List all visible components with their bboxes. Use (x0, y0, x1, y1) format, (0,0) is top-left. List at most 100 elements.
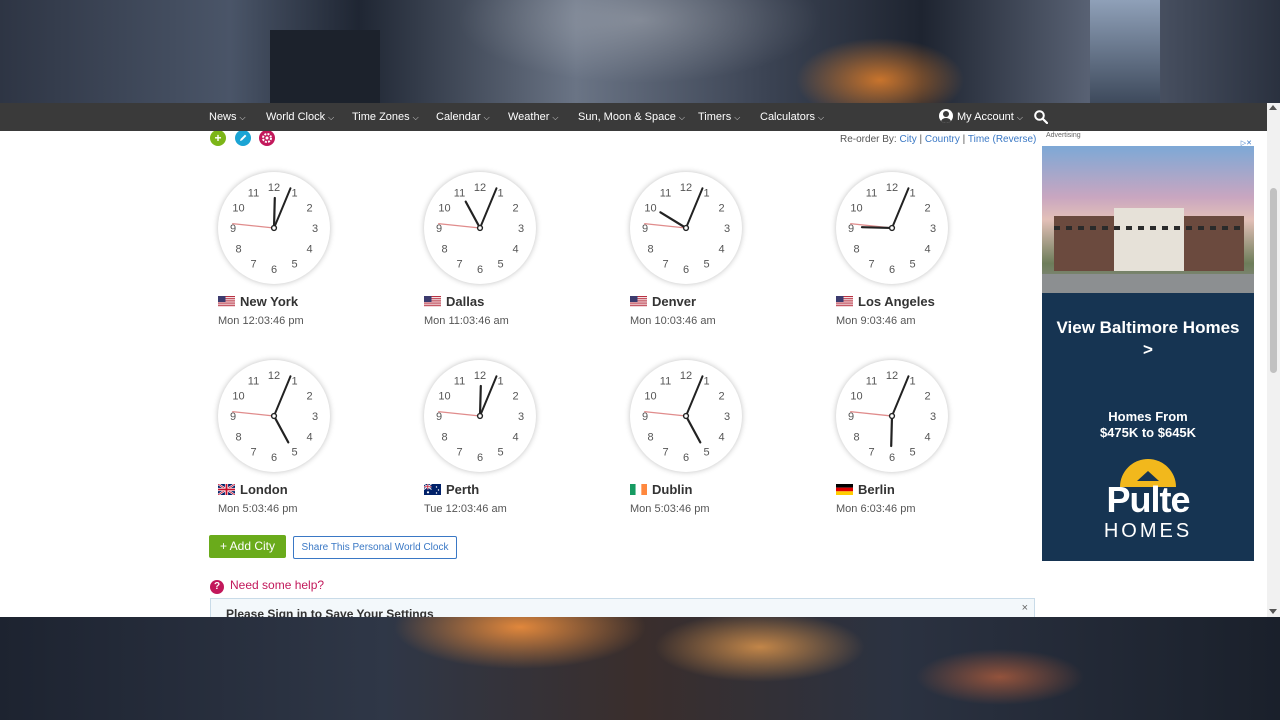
share-world-clock-button[interactable]: Share This Personal World Clock (293, 536, 457, 559)
edit-button[interactable] (235, 131, 251, 146)
analog-clock-face: 12 1234567891011 (424, 172, 536, 284)
reorder-country-link[interactable]: Country (925, 134, 960, 145)
dial-number: 3 (518, 411, 524, 423)
chevron-down-icon: ⌵ (818, 113, 825, 122)
scrollbar-thumb[interactable] (1270, 188, 1277, 373)
scroll-down-icon[interactable] (1269, 609, 1277, 614)
clock-center (888, 224, 896, 232)
dial-number: 5 (497, 259, 503, 271)
analog-clock-face: 12 1234567891011 (630, 172, 742, 284)
city-label[interactable]: New York (218, 293, 298, 309)
my-account-menu[interactable]: My Account ⌵ (939, 103, 1023, 131)
dial-number: 8 (441, 432, 447, 444)
dial-number: 1 (703, 188, 709, 200)
dial-number: 11 (248, 376, 259, 388)
dial-number: 1 (497, 188, 503, 200)
dial-number: 10 (850, 391, 862, 403)
close-icon[interactable]: × (1022, 602, 1028, 614)
dial-number: 9 (230, 223, 236, 235)
dial-number: 11 (866, 376, 877, 388)
background-image-bottom (0, 617, 1280, 720)
hour-hand (464, 200, 482, 230)
city-time: Mon 12:03:46 pm (218, 315, 304, 327)
dial-number: 8 (235, 244, 241, 256)
city-time: Mon 5:03:46 pm (630, 503, 710, 515)
scroll-up-icon[interactable] (1269, 105, 1277, 110)
city-label[interactable]: Berlin (836, 481, 895, 497)
dial-number: 12 (886, 370, 898, 382)
nav-world-clock[interactable]: World Clock ⌵ (266, 103, 334, 131)
dial-number: 9 (642, 411, 648, 423)
chevron-down-icon: ⌵ (678, 113, 685, 122)
clock-cell: 12 1 2 3 4 5 6 7 8 9 10 11 Los Angeles Mon 9:03:46 am (836, 172, 1026, 342)
city-label[interactable]: Dallas (424, 293, 484, 309)
dial-number: 8 (647, 244, 653, 256)
dial-number: 5 (909, 447, 915, 459)
dial-number: 4 (306, 432, 312, 444)
advertisement-banner[interactable]: ▷✕ View Baltimore Homes > Homes From $47… (1042, 139, 1254, 561)
hour-hand (272, 414, 290, 444)
minute-hand (685, 187, 704, 229)
minute-hand (891, 187, 910, 229)
help-text: Need some help? (230, 578, 325, 592)
ad-brand-subtitle: HOMES (1103, 520, 1193, 542)
main-nav-bar: News ⌵ World Clock ⌵ Time Zones ⌵ Calendar ⌵… (0, 103, 1280, 131)
page-scrollbar[interactable] (1267, 103, 1280, 617)
background-image-top (0, 0, 1280, 103)
clock-center (270, 412, 278, 420)
dial-number: 2 (512, 391, 518, 403)
add-clock-button[interactable]: + (210, 131, 226, 146)
city-label[interactable]: Los Angeles (836, 293, 935, 309)
nav-weather[interactable]: Weather ⌵ (508, 103, 558, 131)
pencil-icon (240, 134, 247, 141)
analog-clock-face: 12 1234567891011 (424, 360, 536, 472)
minute-hand (479, 375, 498, 417)
nav-calculators[interactable]: Calculators ⌵ (760, 103, 824, 131)
city-time: Tue 12:03:46 am (424, 503, 507, 515)
nav-calendar[interactable]: Calendar ⌵ (436, 103, 490, 131)
nav-news[interactable]: News ⌵ (209, 103, 246, 131)
dial-number: 10 (438, 391, 450, 403)
city-label[interactable]: Dublin (630, 481, 692, 497)
dial-number: 7 (868, 447, 874, 459)
dial-number: 5 (703, 259, 709, 271)
second-hand (232, 222, 275, 229)
city-name: London (240, 482, 288, 497)
add-city-button[interactable]: + Add City (209, 535, 286, 558)
nav-time-zones[interactable]: Time Zones ⌵ (352, 103, 419, 131)
chevron-down-icon: ⌵ (552, 113, 559, 122)
analog-clock-face: 12 1234567891011 (836, 172, 948, 284)
city-label[interactable]: Perth (424, 481, 479, 497)
city-label[interactable]: London (218, 481, 288, 497)
reorder-city-link[interactable]: City (899, 134, 916, 145)
minute-hand (685, 375, 704, 417)
help-link[interactable]: ? Need some help? (210, 576, 324, 594)
city-name: Los Angeles (858, 294, 935, 309)
dial-number: 4 (718, 432, 724, 444)
ad-top-strip (1042, 139, 1254, 146)
hour-hand (272, 196, 276, 230)
world-clock-panel: + Re-order By: City | Country | Time (Re… (0, 131, 1267, 617)
dial-number: 3 (312, 223, 318, 235)
signin-notice: Please Sign in to Save Your Settings × (210, 598, 1035, 617)
chevron-down-icon: ⌵ (412, 113, 419, 122)
nav-timers[interactable]: Timers ⌵ (698, 103, 740, 131)
chevron-down-icon: ⌵ (1016, 113, 1023, 122)
chevron-down-icon: ⌵ (328, 113, 335, 122)
settings-button[interactable] (259, 131, 275, 146)
ad-house-photo (1042, 146, 1254, 293)
analog-clock-face: 12 1234567891011 (630, 360, 742, 472)
city-time: Mon 10:03:46 am (630, 315, 716, 327)
search-icon[interactable] (1034, 110, 1048, 124)
dial-number: 3 (724, 223, 730, 235)
dial-number: 9 (436, 411, 442, 423)
hour-hand (684, 414, 702, 444)
user-icon (939, 109, 953, 123)
reorder-time-reverse-link[interactable]: Time (Reverse) (968, 134, 1037, 145)
advertising-label: Advertising (1046, 132, 1081, 139)
dial-number: 4 (924, 432, 930, 444)
dial-number: 5 (291, 447, 297, 459)
nav-sun-moon-space[interactable]: Sun, Moon & Space ⌵ (578, 103, 685, 131)
city-label[interactable]: Denver (630, 293, 696, 309)
second-hand (644, 410, 687, 417)
